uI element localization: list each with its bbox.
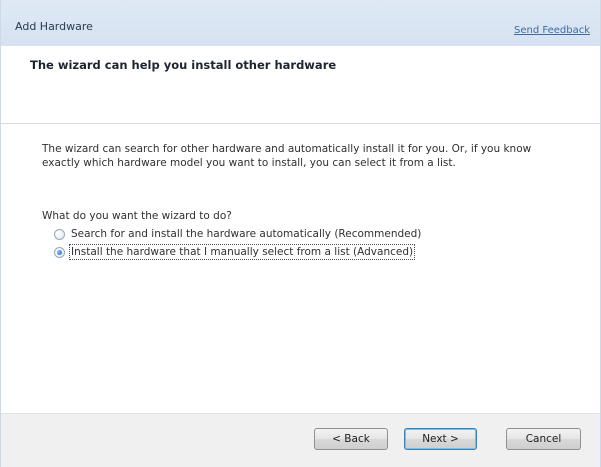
radio-button-automatic[interactable] — [54, 228, 65, 240]
back-button[interactable]: < Back — [314, 428, 388, 450]
option-label-manual[interactable]: Install the hardware that I manually sel… — [68, 244, 416, 260]
radio-button-manual[interactable] — [54, 246, 65, 258]
add-hardware-window: Add Hardware Send Feedback The wizard ca… — [0, 0, 601, 467]
wizard-footer: < Back Next > Cancel — [1, 414, 600, 467]
wizard-header: The wizard can help you install other ha… — [1, 46, 600, 122]
wizard-heading: The wizard can help you install other ha… — [30, 58, 337, 72]
window-title: Add Hardware — [15, 20, 93, 33]
option-label-automatic[interactable]: Search for and install the hardware auto… — [71, 228, 421, 240]
next-button[interactable]: Next > — [404, 428, 477, 450]
cancel-button[interactable]: Cancel — [506, 428, 581, 450]
title-bar: Add Hardware Send Feedback — [1, 0, 600, 46]
wizard-body: The wizard can search for other hardware… — [1, 124, 600, 413]
wizard-question: What do you want the wizard to do? — [42, 210, 232, 222]
send-feedback-link[interactable]: Send Feedback — [514, 25, 590, 36]
radio-option-automatic[interactable]: Search for and install the hardware auto… — [54, 228, 421, 240]
radio-option-manual[interactable]: Install the hardware that I manually sel… — [54, 244, 416, 260]
wizard-description: The wizard can search for other hardware… — [42, 143, 532, 169]
